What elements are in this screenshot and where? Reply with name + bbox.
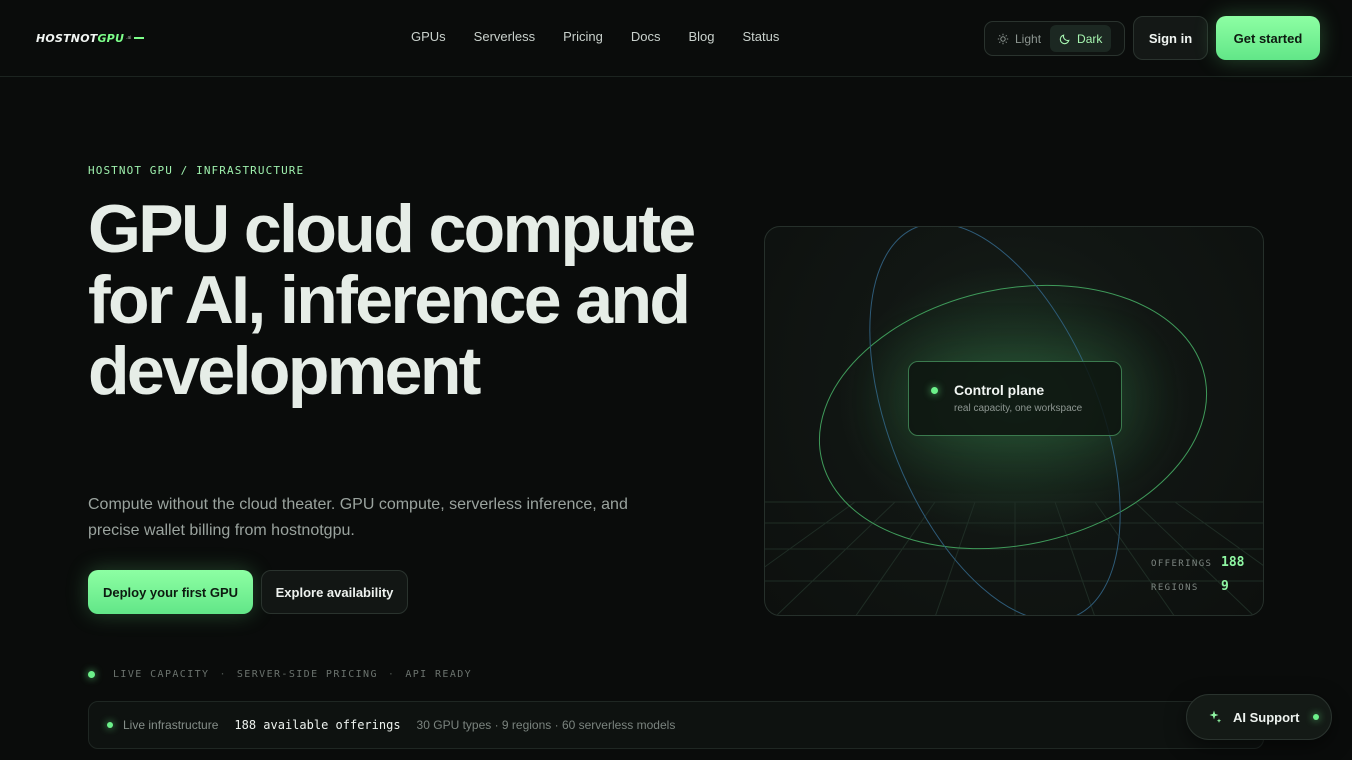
status-live-capacity: LIVE CAPACITY <box>113 669 210 680</box>
theme-dark-label: Dark <box>1077 31 1103 46</box>
hero-subtitle: Compute without the cloud theater. GPU c… <box>88 496 628 539</box>
nav-pricing[interactable]: Pricing <box>563 29 603 44</box>
theme-light-label: Light <box>1015 31 1042 46</box>
logo-tail: .ai <box>126 35 132 41</box>
sun-icon <box>997 33 1009 44</box>
status-dot-icon <box>931 387 938 394</box>
control-plane-subtitle: real capacity, one workspace <box>954 403 1083 414</box>
hero-title: GPU cloud compute for AI, inference and … <box>88 191 696 409</box>
infra-count: 188 available offerings <box>234 718 401 732</box>
get-started-button[interactable]: Get started <box>1216 16 1320 60</box>
top-header: HOSTNOTGPU .ai GPUs Serverless Pricing D… <box>0 0 1352 77</box>
ai-support-button[interactable]: AI Support <box>1186 694 1332 740</box>
theme-toggle: Light Dark <box>984 21 1125 56</box>
stat-offerings: OFFERINGS 188 <box>1151 555 1244 570</box>
stat-regions: REGIONS 9 <box>1151 579 1229 594</box>
nav-status[interactable]: Status <box>743 29 780 44</box>
live-infrastructure-bar: Live infrastructure 188 available offeri… <box>88 701 1264 749</box>
status-server-pricing: SERVER-SIDE PRICING <box>236 669 378 680</box>
sparkle-icon <box>1209 710 1222 723</box>
control-plane-visual: Control plane real capacity, one workspa… <box>764 226 1264 616</box>
deploy-gpu-button[interactable]: Deploy your first GPU <box>88 570 253 614</box>
nav-blog[interactable]: Blog <box>688 29 714 44</box>
nav-docs[interactable]: Docs <box>631 29 661 44</box>
stat-label: OFFERINGS <box>1151 559 1213 569</box>
theme-light-option[interactable]: Light <box>988 25 1050 52</box>
status-api-ready: API READY <box>405 669 473 680</box>
ai-support-label: AI Support <box>1233 709 1300 725</box>
nav-serverless[interactable]: Serverless <box>474 29 535 44</box>
stat-value: 188 <box>1221 555 1245 570</box>
theme-dark-option[interactable]: Dark <box>1050 25 1112 52</box>
logo-bar <box>134 37 145 39</box>
logo[interactable]: HOSTNOTGPU .ai <box>36 31 145 45</box>
explore-availability-button[interactable]: Explore availability <box>261 570 408 614</box>
infra-detail: 30 GPU types · 9 regions · 60 serverless… <box>416 718 676 732</box>
online-dot-icon <box>1313 714 1320 720</box>
hero-status-line: LIVE CAPACITY · SERVER-SIDE PRICING · AP… <box>88 669 472 680</box>
status-separator: · <box>219 669 227 680</box>
main-nav: GPUs Serverless Pricing Docs Blog Status <box>411 29 779 44</box>
moon-icon <box>1059 33 1070 44</box>
live-dot-icon <box>107 722 113 728</box>
nav-gpus[interactable]: GPUs <box>411 29 446 44</box>
sign-in-button[interactable]: Sign in <box>1133 16 1208 60</box>
control-plane-title: Control plane <box>954 382 1045 398</box>
status-separator: · <box>387 669 396 680</box>
logo-text: HOSTNOTGPU <box>36 31 125 45</box>
hero-eyebrow: HOSTNOT GPU / INFRASTRUCTURE <box>88 164 305 177</box>
stat-value: 9 <box>1221 579 1229 594</box>
infra-label: Live infrastructure <box>123 718 219 732</box>
control-plane-card[interactable]: Control plane real capacity, one workspa… <box>908 361 1122 436</box>
live-dot-icon <box>88 671 95 678</box>
stat-label: REGIONS <box>1151 583 1199 593</box>
